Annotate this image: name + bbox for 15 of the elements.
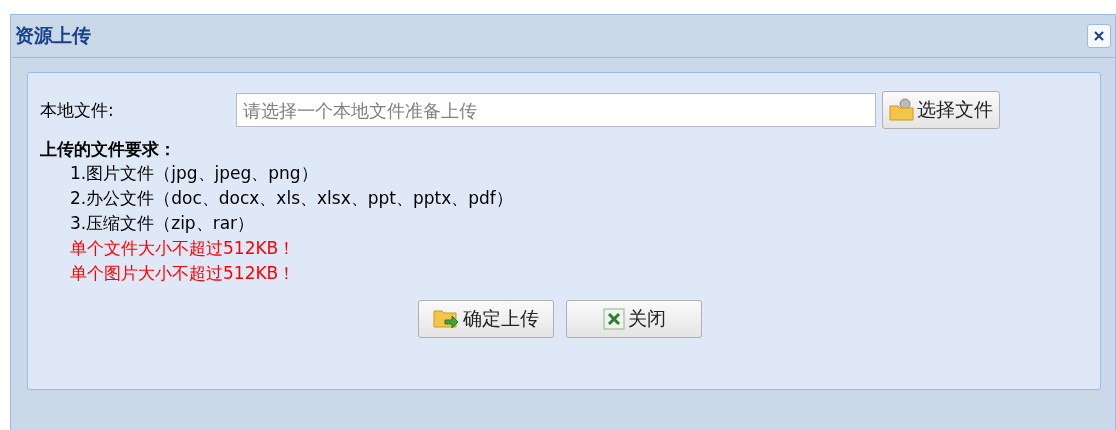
requirement-text: 单个图片大小不超过512KB！: [69, 262, 297, 285]
close-button[interactable]: 关闭: [566, 300, 702, 338]
x-box-icon: [602, 307, 626, 331]
requirements-heading: 上传的文件要求：: [40, 138, 177, 161]
folder-arrow-icon: [433, 307, 461, 331]
upload-button[interactable]: 确定上传: [418, 300, 554, 338]
choose-file-button[interactable]: 选择文件: [882, 91, 1000, 129]
requirement-text: 3.压缩文件（zip、rar）: [69, 212, 256, 235]
requirement-text: 1.图片文件（jpg、jpeg、png）: [69, 162, 319, 185]
field-label: 本地文件:: [40, 98, 115, 122]
requirement-text: 2.办公文件（doc、docx、xls、xlsx、ppt、pptx、pdf）: [69, 187, 514, 210]
file-path-field[interactable]: 请选择一个本地文件准备上传: [236, 93, 876, 127]
window-title: 资源上传: [15, 23, 91, 48]
close-icon[interactable]: [1087, 24, 1111, 48]
requirement-text: 单个文件大小不超过512KB！: [69, 237, 297, 260]
